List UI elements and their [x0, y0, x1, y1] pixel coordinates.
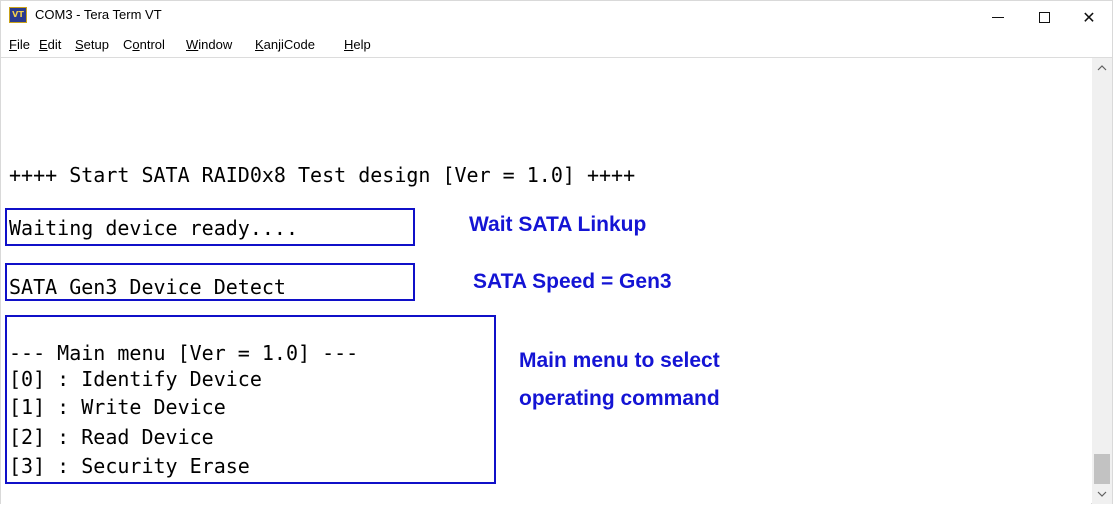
maximize-icon: [1038, 11, 1050, 23]
menu-help[interactable]: Help: [344, 37, 371, 52]
annotation-sata-speed: SATA Speed = Gen3: [473, 270, 672, 293]
terminal-line-waiting: Waiting device ready....: [9, 216, 298, 240]
menu-window[interactable]: Window: [186, 37, 232, 52]
scroll-down-button[interactable]: [1092, 484, 1112, 504]
chevron-up-icon: [1097, 65, 1107, 71]
maximize-button[interactable]: [1021, 1, 1067, 33]
terminal-line-main-menu-header: --- Main menu [Ver = 1.0] ---: [9, 341, 359, 365]
title-bar[interactable]: VT COM3 - Tera Term VT ✕: [1, 1, 1112, 33]
window-title: COM3 - Tera Term VT: [35, 7, 162, 22]
vertical-scrollbar[interactable]: [1092, 58, 1112, 504]
menu-edit[interactable]: Edit: [39, 37, 61, 52]
terminal-line-menu-option-0: [0] : Identify Device: [9, 367, 262, 391]
close-icon: ✕: [1082, 7, 1096, 27]
scroll-up-button[interactable]: [1092, 58, 1112, 78]
tera-term-window: VT COM3 - Tera Term VT ✕ File Edit Setup…: [0, 0, 1113, 505]
annotation-wait-sata-linkup: Wait SATA Linkup: [469, 213, 647, 236]
menu-file[interactable]: File: [9, 37, 30, 52]
annotation-main-menu-line2: operating command: [519, 387, 720, 410]
tera-term-app-icon[interactable]: VT: [9, 7, 27, 23]
terminal-area[interactable]: ++++ Start SATA RAID0x8 Test design [Ver…: [1, 58, 1091, 505]
menu-setup[interactable]: Setup: [75, 37, 109, 52]
terminal-line-start-banner: ++++ Start SATA RAID0x8 Test design [Ver…: [9, 163, 636, 187]
menu-bar: File Edit Setup Control Window KanjiCode…: [1, 33, 1112, 58]
close-button[interactable]: ✕: [1066, 1, 1112, 33]
annotation-main-menu-line1: Main menu to select: [519, 349, 720, 372]
menu-kanjicode[interactable]: KanjiCode: [255, 37, 315, 52]
terminal-line-detect: SATA Gen3 Device Detect: [9, 275, 286, 299]
terminal-line-menu-option-1: [1] : Write Device: [9, 395, 226, 419]
minimize-button[interactable]: [975, 1, 1021, 33]
menu-control[interactable]: Control: [123, 37, 165, 52]
terminal-line-menu-option-2: [2] : Read Device: [9, 425, 214, 449]
chevron-down-icon: [1097, 491, 1107, 497]
minimize-icon: [992, 16, 1004, 18]
scrollbar-thumb[interactable]: [1094, 454, 1110, 484]
terminal-line-menu-option-3: [3] : Security Erase: [9, 454, 250, 478]
